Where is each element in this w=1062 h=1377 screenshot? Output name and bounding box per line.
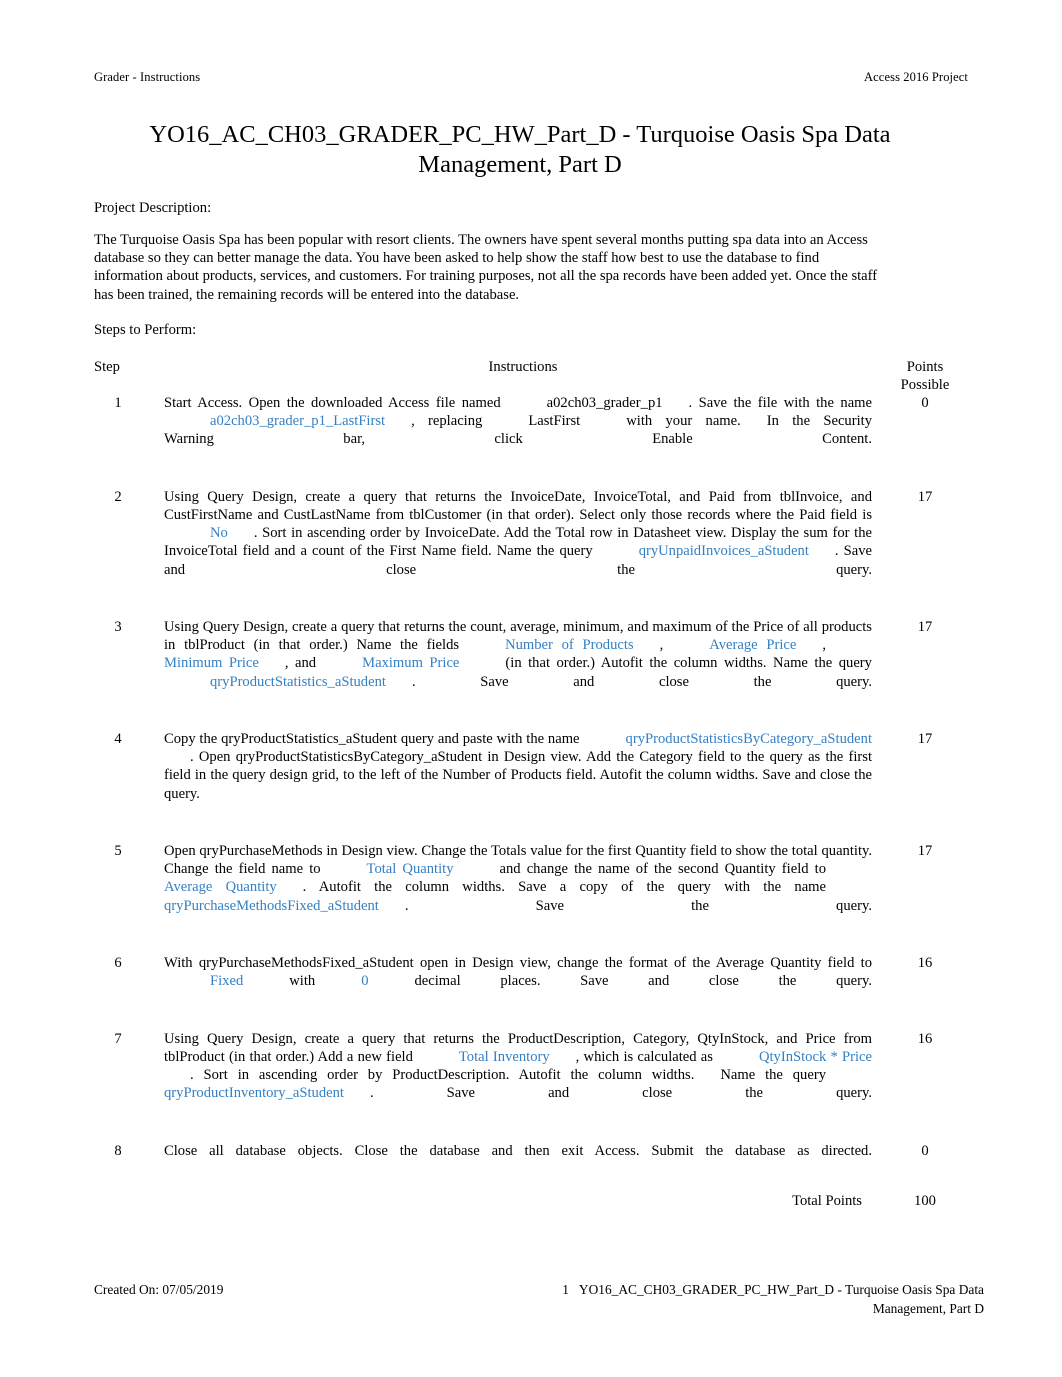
step-instructions: Using Query Design, create a query that …	[164, 618, 882, 730]
running-head-right: Access 2016 Project	[864, 70, 968, 84]
step-instructions: Close all database objects. Close the da…	[164, 1142, 882, 1199]
instruction-text: . Autofit the column widths. Save a copy…	[302, 879, 826, 896]
total-points-row: Total Points 100	[94, 1192, 968, 1210]
step-number: 7	[114, 1030, 122, 1047]
instruction-text: . Save the file with the name	[688, 395, 873, 411]
instruction-value: Total Inventory	[458, 1048, 550, 1065]
instruction-value: Fixed	[210, 973, 244, 990]
instruction-text: . Save and close the query.	[411, 673, 872, 690]
project-description-body: The Turquoise Oasis Spa has been popular…	[94, 232, 878, 303]
step-points: 17	[917, 843, 933, 860]
table-row: 8 Close all database objects. Close the d…	[94, 1142, 968, 1199]
footer-doc-title: YO16_AC_CH03_GRADER_PC_HW_Part_D - Turqu…	[578, 1282, 984, 1316]
instruction-value: Average Price	[709, 637, 797, 654]
instruction-text: , replacing	[411, 413, 483, 430]
step-points: 0	[921, 395, 929, 411]
instruction-text: . Save the query.	[404, 897, 872, 914]
running-head-left: Grader - Instructions	[94, 70, 201, 84]
column-header-instructions: Instructions	[488, 359, 558, 375]
steps-to-perform-label: Steps to Perform:	[94, 322, 197, 338]
table-row: 3 Using Query Design, create a query that…	[94, 618, 968, 730]
project-description-label: Project Description:	[94, 200, 212, 216]
step-points: 17	[917, 619, 933, 636]
instruction-value: 0	[361, 973, 369, 990]
step-number: 2	[114, 488, 122, 505]
instruction-value: a02ch03_grader_p1	[546, 395, 663, 411]
step-points: 0	[921, 1142, 929, 1159]
footer-created-on: Created On: 07/05/2019	[94, 1282, 224, 1297]
column-header-points: Points Possible	[882, 358, 968, 394]
step-number: 1	[114, 395, 122, 411]
instruction-text: with	[289, 973, 316, 990]
instruction-text: Using Query Design, create a query that …	[164, 488, 872, 524]
step-number: 3	[114, 619, 122, 636]
instruction-value: qryProductInventory_aStudent	[164, 1085, 344, 1102]
step-instructions: Open qryPurchaseMethods in Design view. …	[164, 842, 882, 954]
instruction-value: No	[210, 525, 228, 542]
instruction-text: ,	[822, 637, 826, 654]
instruction-value: Maximum Price	[362, 655, 460, 672]
instruction-text: With qryPurchaseMethodsFixed_aStudent op…	[164, 955, 872, 972]
instruction-value: a02ch03_grader_p1_LastFirst	[210, 413, 386, 430]
step-points: 17	[917, 488, 933, 505]
column-header-step: Step	[94, 359, 120, 375]
step-instructions: Using Query Design, create a query that …	[164, 488, 882, 618]
instruction-text: Start Access. Open the downloaded Access…	[164, 395, 501, 411]
column-header-points-line2: Possible	[900, 377, 950, 393]
steps-table-body: 1 Start Access. Open the downloaded Acces…	[94, 394, 968, 1199]
column-header-points-line1: Points	[906, 359, 944, 375]
step-instructions: Start Access. Open the downloaded Access…	[164, 394, 882, 488]
running-head: Grader - Instructions Access 2016 Projec…	[94, 70, 968, 85]
instruction-text: decimal places. Save and close the query…	[414, 973, 873, 990]
instruction-text: , and	[284, 655, 317, 672]
table-row: 7 Using Query Design, create a query that…	[94, 1030, 968, 1142]
step-number: 6	[114, 955, 122, 972]
table-row: 2 Using Query Design, create a query that…	[94, 488, 968, 618]
table-row: 6 With qryPurchaseMethodsFixed_aStudent o…	[94, 954, 968, 1030]
instruction-value: qryPurchaseMethodsFixed_aStudent	[164, 897, 379, 914]
instruction-text: and change the name of the second Quanti…	[499, 861, 827, 878]
step-points: 16	[917, 955, 933, 972]
step-number: 4	[114, 731, 122, 748]
instruction-text: . Save and close the query.	[369, 1085, 872, 1102]
instruction-text: . Open qryProductStatisticsByCategory_aS…	[164, 749, 872, 802]
document-page: Grader - Instructions Access 2016 Projec…	[0, 0, 1062, 1377]
step-instructions: With qryPurchaseMethodsFixed_aStudent op…	[164, 954, 882, 1030]
step-number: 8	[114, 1142, 122, 1159]
instruction-text: Close all database objects. Close the da…	[164, 1142, 872, 1159]
instruction-value: QtyInStock * Price	[758, 1048, 872, 1065]
table-row: 5 Open qryPurchaseMethods in Design view.…	[94, 842, 968, 954]
instruction-text: (in that order.) Autofit the column widt…	[505, 655, 872, 672]
instruction-value: LastFirst	[528, 413, 581, 430]
instruction-value: Minimum Price	[164, 655, 259, 672]
instruction-value: Total Quantity	[366, 861, 454, 878]
step-instructions: Copy the qryProductStatistics_aStudent q…	[164, 730, 882, 842]
footer-page-number: 1	[562, 1282, 569, 1297]
instruction-text: . Sort in ascending order by ProductDesc…	[190, 1067, 695, 1084]
footer-doc-reference: 1 YO16_AC_CH03_GRADER_PC_HW_Part_D - Turq…	[554, 1280, 984, 1318]
steps-table: Step Instructions Points Possible 1 Start…	[94, 358, 968, 1199]
table-row: 4 Copy the qryProductStatistics_aStudent …	[94, 730, 968, 842]
table-row: 1 Start Access. Open the downloaded Acces…	[94, 394, 968, 488]
instruction-value: qryProductStatisticsByCategory_aStudent	[625, 731, 872, 748]
instruction-value: Number of Products	[505, 637, 634, 654]
instruction-value: Average Quantity	[164, 879, 277, 896]
step-points: 16	[917, 1030, 933, 1047]
instruction-text: , which is calculated as	[575, 1048, 713, 1065]
instruction-text: Name the query	[720, 1067, 826, 1084]
page-title: YO16_AC_CH03_GRADER_PC_HW_Part_D - Turqu…	[149, 121, 891, 178]
instruction-text: Copy the qryProductStatistics_aStudent q…	[164, 731, 580, 748]
step-number: 5	[114, 843, 122, 860]
instruction-text: ,	[659, 637, 664, 654]
total-points-label: Total Points	[792, 1193, 862, 1209]
step-points: 17	[917, 731, 933, 748]
instruction-text: with your name.	[626, 413, 741, 430]
step-instructions: Using Query Design, create a query that …	[164, 1030, 882, 1142]
total-points-value: 100	[914, 1193, 936, 1209]
instruction-value: qryUnpaidInvoices_aStudent	[638, 543, 809, 560]
table-header-row: Step Instructions Points Possible	[94, 358, 968, 394]
instruction-value: qryProductStatistics_aStudent	[210, 673, 386, 690]
page-footer: Created On: 07/05/2019 1 YO16_AC_CH03_GRA…	[94, 1280, 984, 1318]
